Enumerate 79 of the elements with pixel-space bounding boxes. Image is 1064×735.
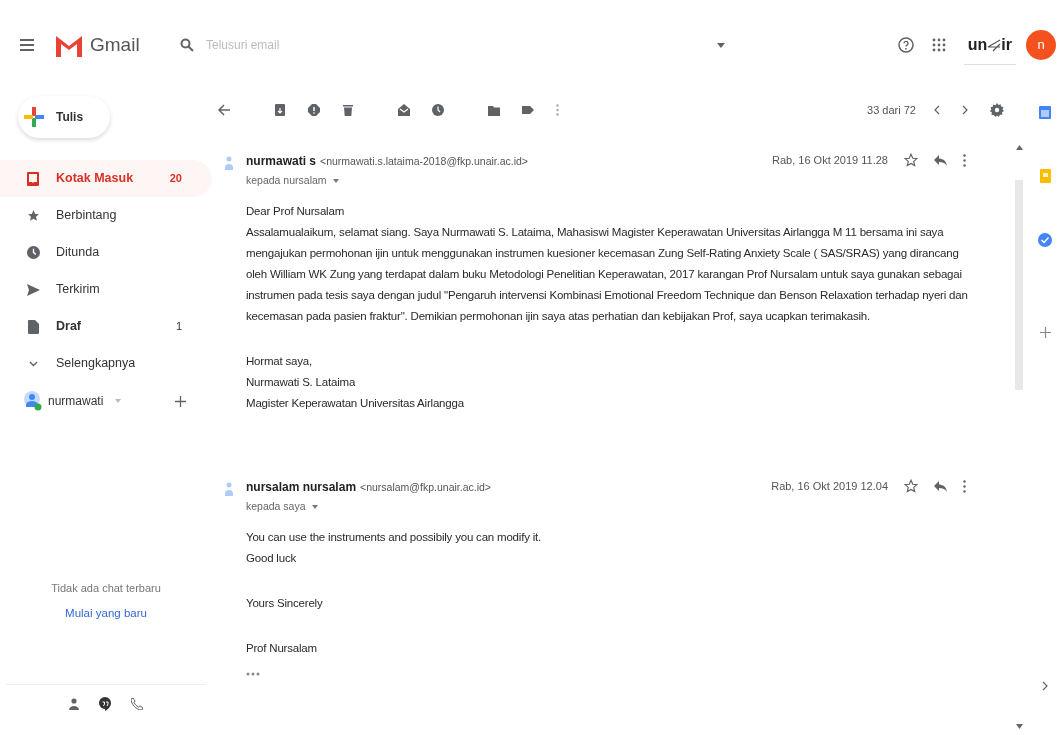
trimmed-content-icon[interactable] — [246, 671, 260, 676]
next-chevron-icon[interactable] — [962, 105, 968, 115]
clock-icon — [26, 246, 40, 259]
phone-icon[interactable] — [131, 697, 143, 711]
clock-icon[interactable] — [432, 104, 444, 116]
sender-name: nurmawati s — [246, 153, 317, 170]
star-outline-icon[interactable] — [904, 153, 918, 168]
message-date: Rab, 16 Okt 2019 12.04 — [771, 478, 888, 494]
message-text: Nurmawati S. Lataima — [246, 374, 357, 390]
check-circle-icon[interactable] — [1038, 233, 1052, 247]
compose-button[interactable]: Tulis — [18, 96, 110, 138]
expand-chevron-icon[interactable] — [1042, 681, 1048, 691]
spam-icon[interactable] — [308, 104, 320, 116]
add-icon[interactable] — [1039, 327, 1051, 338]
gmail-logo-icon[interactable] — [54, 33, 84, 57]
recipient-dropdown[interactable]: kepada saya — [246, 498, 772, 515]
star-icon — [26, 209, 40, 222]
previous-chevron-icon[interactable] — [934, 105, 940, 115]
logo-text: un — [967, 34, 988, 55]
sender-avatar-icon — [225, 156, 233, 170]
stylized-mark-icon — [987, 37, 1002, 52]
message-text: Good luck — [246, 550, 297, 566]
message-text: Hormat saya, — [246, 353, 313, 369]
quote-bubble-icon[interactable] — [99, 696, 111, 711]
sender-avatar-icon — [225, 481, 233, 496]
sidebar-item[interactable]: Ditunda — [0, 234, 212, 271]
sidebar-item[interactable]: Terkirim — [0, 271, 212, 308]
folder-icon[interactable] — [488, 104, 500, 116]
add-icon[interactable] — [175, 395, 186, 407]
back-arrow-icon[interactable] — [218, 104, 230, 116]
more-vertical-icon[interactable] — [963, 153, 966, 167]
menu-icon[interactable] — [20, 39, 34, 51]
dropdown-caret-icon — [717, 42, 725, 48]
message-date: Rab, 16 Okt 2019 11.28 — [772, 153, 888, 168]
sidebar-item[interactable]: Selengkapnya — [0, 345, 212, 382]
message-text: Prof Nursalam — [246, 640, 318, 656]
app-name: Gmail — [90, 32, 141, 57]
label-icon[interactable] — [522, 104, 534, 116]
delete-icon[interactable] — [342, 104, 354, 116]
plus-icon — [24, 107, 44, 127]
message-text: Assalamualaikum, selamat siang. Saya Nurmawati S. Lataima, Mahasiswi Magister Keperawatan Universitas Airlangga M 11 bersama ini saya mengajukan permohonan ijin untuk menggunakan instrumen kuesioner kecemasan Zung Self-Rating Anxiety Scale ( SAS/SRAS) yang dirancang oleh William WK Zung yang terdapat dalam buku Metodologi Penelitian Keperawatan, 2017 karangan Prof Nursalam untuk saya gunakan sebagai instrumen pada tesis saya dengan judul "Pengaruh intervensi Kombinasi Emotional Freedom Technique dan Benson Relaxation terhadap nyeri dan kecemasan pada pasien fraktur". Demikian permohonan ijin saya atas perhatian dan kebijakan Prof, saya ucapkan terimakasih. — [246, 224, 968, 324]
settings-icon[interactable] — [990, 103, 1004, 117]
sidebar-item[interactable]: Kotak Masuk 20 — [0, 160, 212, 197]
reply-icon[interactable] — [934, 480, 947, 492]
more-vertical-icon[interactable] — [963, 479, 966, 493]
recipient-dropdown[interactable]: kepada nursalam — [246, 173, 772, 189]
sender-name: nursalam nursalam — [246, 478, 357, 496]
dropdown-caret-icon — [311, 504, 318, 509]
user-name[interactable]: nurmawati — [48, 392, 104, 410]
archive-icon[interactable] — [274, 104, 286, 116]
search-icon — [180, 38, 194, 52]
message-text: Yours Sincerely — [246, 595, 324, 611]
star-outline-icon[interactable] — [904, 479, 918, 493]
chevron-down-icon — [28, 360, 38, 367]
search-field[interactable]: Telusuri email — [206, 36, 705, 54]
message-text: Magister Keperawatan Universitas Airlangga — [246, 395, 465, 411]
help-icon[interactable] — [897, 37, 914, 53]
dropdown-caret-icon — [332, 178, 339, 183]
organization-logo[interactable]: un ir — [963, 25, 1016, 65]
apps-grid-icon[interactable] — [931, 38, 946, 52]
pagination-text: 33 dari 72 — [867, 102, 916, 118]
message-text: You can use the instruments and possibily you can modify it. — [246, 529, 543, 545]
scroll-up-icon — [1015, 145, 1023, 150]
sender-email: <nursalam@fkp.unair.ac.id> — [360, 479, 491, 495]
send-icon — [26, 283, 40, 296]
inbox-icon — [27, 171, 39, 186]
empty-chat-message: Tidak ada chat terbaru — [51, 581, 161, 596]
message-text: Dear Prof Nursalam — [246, 203, 345, 219]
reply-icon[interactable] — [934, 154, 947, 166]
user-avatar[interactable] — [24, 391, 42, 411]
sidebar-item[interactable]: Draf 1 — [0, 308, 212, 345]
sender-email: <nurmawati.s.lataima-2018@fkp.unair.ac.id> — [320, 154, 528, 169]
logo-text: ir — [1001, 34, 1012, 55]
mark-unread-icon[interactable] — [398, 104, 410, 116]
start-chat-link[interactable]: Mulai yang baru — [65, 604, 147, 622]
sidebar-item[interactable]: Berbintang — [0, 197, 212, 234]
scroll-down-icon — [1015, 724, 1023, 729]
person-icon[interactable] — [69, 697, 79, 710]
document-icon — [27, 319, 39, 334]
